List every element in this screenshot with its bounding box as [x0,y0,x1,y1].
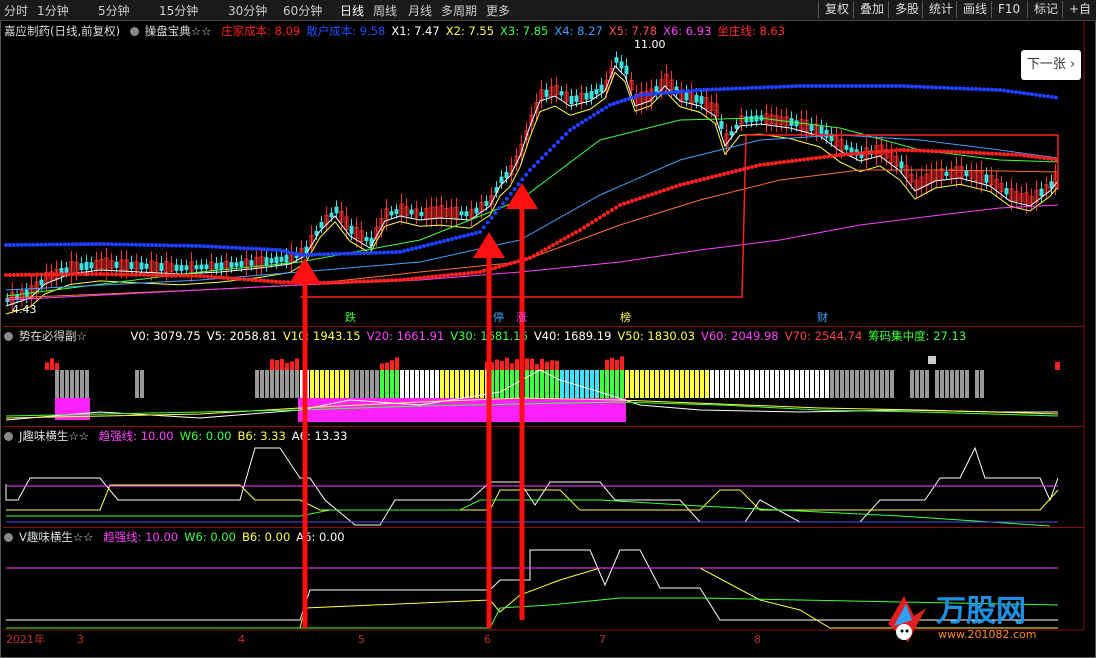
brand-watermark: 万股网 www.201082.com [880,586,1080,646]
volume-info-line: 势在必得副☆ V0: 3079.75 V5: 2058.81 V10: 1943.1… [4,328,978,344]
volume-indicator-name[interactable]: 势在必得副☆ [19,329,87,343]
period-tab-more[interactable]: 更多 [486,2,510,19]
period-tab-30min[interactable]: 30分钟 [228,2,267,19]
volume-indicator-values: V0: 3079.75 V5: 2058.81 V10: 1943.15 V20: 1… [130,329,972,343]
overlay-button[interactable]: 叠加 [853,1,890,18]
gear-icon[interactable] [4,432,13,441]
next-page-button[interactable]: 下一张 › [1021,50,1081,80]
v-value: W6: 0.00 [184,530,236,544]
mark-button[interactable]: 标记 [1027,1,1064,18]
period-tab-daily[interactable]: 日线 [340,2,364,19]
panel-divider [3,326,1084,327]
main-value: 坐庄线: 8.63 [717,24,786,38]
add-custom-button[interactable]: +自 [1062,1,1096,18]
v-value: 趋强线: 10.00 [103,530,179,544]
v-indicator-name[interactable]: V趣味横生☆☆ [19,530,94,544]
volume-value: V60: 2049.98 [701,329,779,343]
draw-button[interactable]: 画线 [956,1,993,18]
main-info-line: 嘉应制药(日线,前复权) 操盘宝典☆☆ 庄家成本: 8.09 散户成本: 9.58… [4,23,797,39]
volume-value: V5: 2058.81 [206,329,278,343]
v-indicator-values: 趋强线: 10.00 W6: 0.00 B6: 0.00 A6: 0.00 [103,530,350,544]
stock-name: 嘉应制药(日线,前复权) [4,24,121,38]
panel-divider [3,426,1084,427]
main-value: X3: 7.85 [500,24,549,38]
v-value: A6: 0.00 [296,530,345,544]
volume-value: V30: 1681.16 [450,329,528,343]
main-value: X1: 7.47 [391,24,440,38]
main-indicator-values: 庄家成本: 8.09 散户成本: 9.58 X1: 7.47 X2: 7.55 X3: … [221,24,791,38]
period-tab-multi[interactable]: 多周期 [441,2,477,19]
adjust-button[interactable]: 复权 [818,1,855,18]
volume-value: V0: 3079.75 [130,329,201,343]
period-tab-5min[interactable]: 5分钟 [98,2,130,19]
f10-button[interactable]: F10 [991,1,1026,18]
gear-icon[interactable] [4,533,13,542]
main-value: 庄家成本: 8.09 [221,24,301,38]
j-indicator-values: 趋强线: 10.00 W6: 0.00 B6: 3.33 A6: 13.33 [99,429,354,443]
panel-divider [3,527,1084,528]
stats-button[interactable]: 统计 [922,1,959,18]
v-value: B6: 0.00 [241,530,291,544]
period-tab-monthly[interactable]: 月线 [408,2,432,19]
j-value: A6: 13.33 [291,429,348,443]
v-info-line: V趣味横生☆☆ 趋强线: 10.00 W6: 0.00 B6: 0.00 A6: 0.… [4,529,357,545]
period-tab-60min[interactable]: 60分钟 [283,2,322,19]
j-indicator-name[interactable]: J趣味横生☆☆ [19,429,89,443]
brand-url: www.201082.com [938,628,1037,641]
main-value: X6: 6.93 [663,24,712,38]
main-value: X2: 7.55 [445,24,495,38]
volume-value: V10: 1943.15 [283,329,361,343]
period-tab-intraday[interactable]: 分时 [4,2,28,19]
j-value: W6: 0.00 [179,429,232,443]
j-info-line: J趣味横生☆☆ 趋强线: 10.00 W6: 0.00 B6: 3.33 A6: 13… [4,428,359,444]
volume-value: V40: 1689.19 [533,329,612,343]
period-toolbar: 分时 1分钟 5分钟 15分钟 30分钟 60分钟 日线 周线 月线 多周期 更… [0,0,1096,21]
volume-value: V20: 1661.91 [366,329,445,343]
main-value: 散户成本: 9.58 [306,24,386,38]
brand-name: 万股网 [936,594,1026,629]
gear-icon[interactable] [129,27,139,36]
period-tab-1min[interactable]: 1分钟 [37,2,69,19]
volume-value: V70: 2544.74 [784,329,863,343]
volume-value: 筹码集中度: 27.13 [868,329,967,343]
gear-icon[interactable] [4,332,13,341]
volume-value: V50: 1830.03 [617,329,695,343]
period-tab-weekly[interactable]: 周线 [373,2,397,19]
indicator-name[interactable]: 操盘宝典☆☆ [145,24,212,38]
j-value: 趋强线: 10.00 [98,429,174,443]
multi-stock-button[interactable]: 多股 [888,1,925,18]
main-value: X4: 8.27 [554,24,603,38]
j-value: B6: 3.33 [237,429,286,443]
main-value: X5: 7.78 [608,24,658,38]
period-tab-15min[interactable]: 15分钟 [159,2,198,19]
